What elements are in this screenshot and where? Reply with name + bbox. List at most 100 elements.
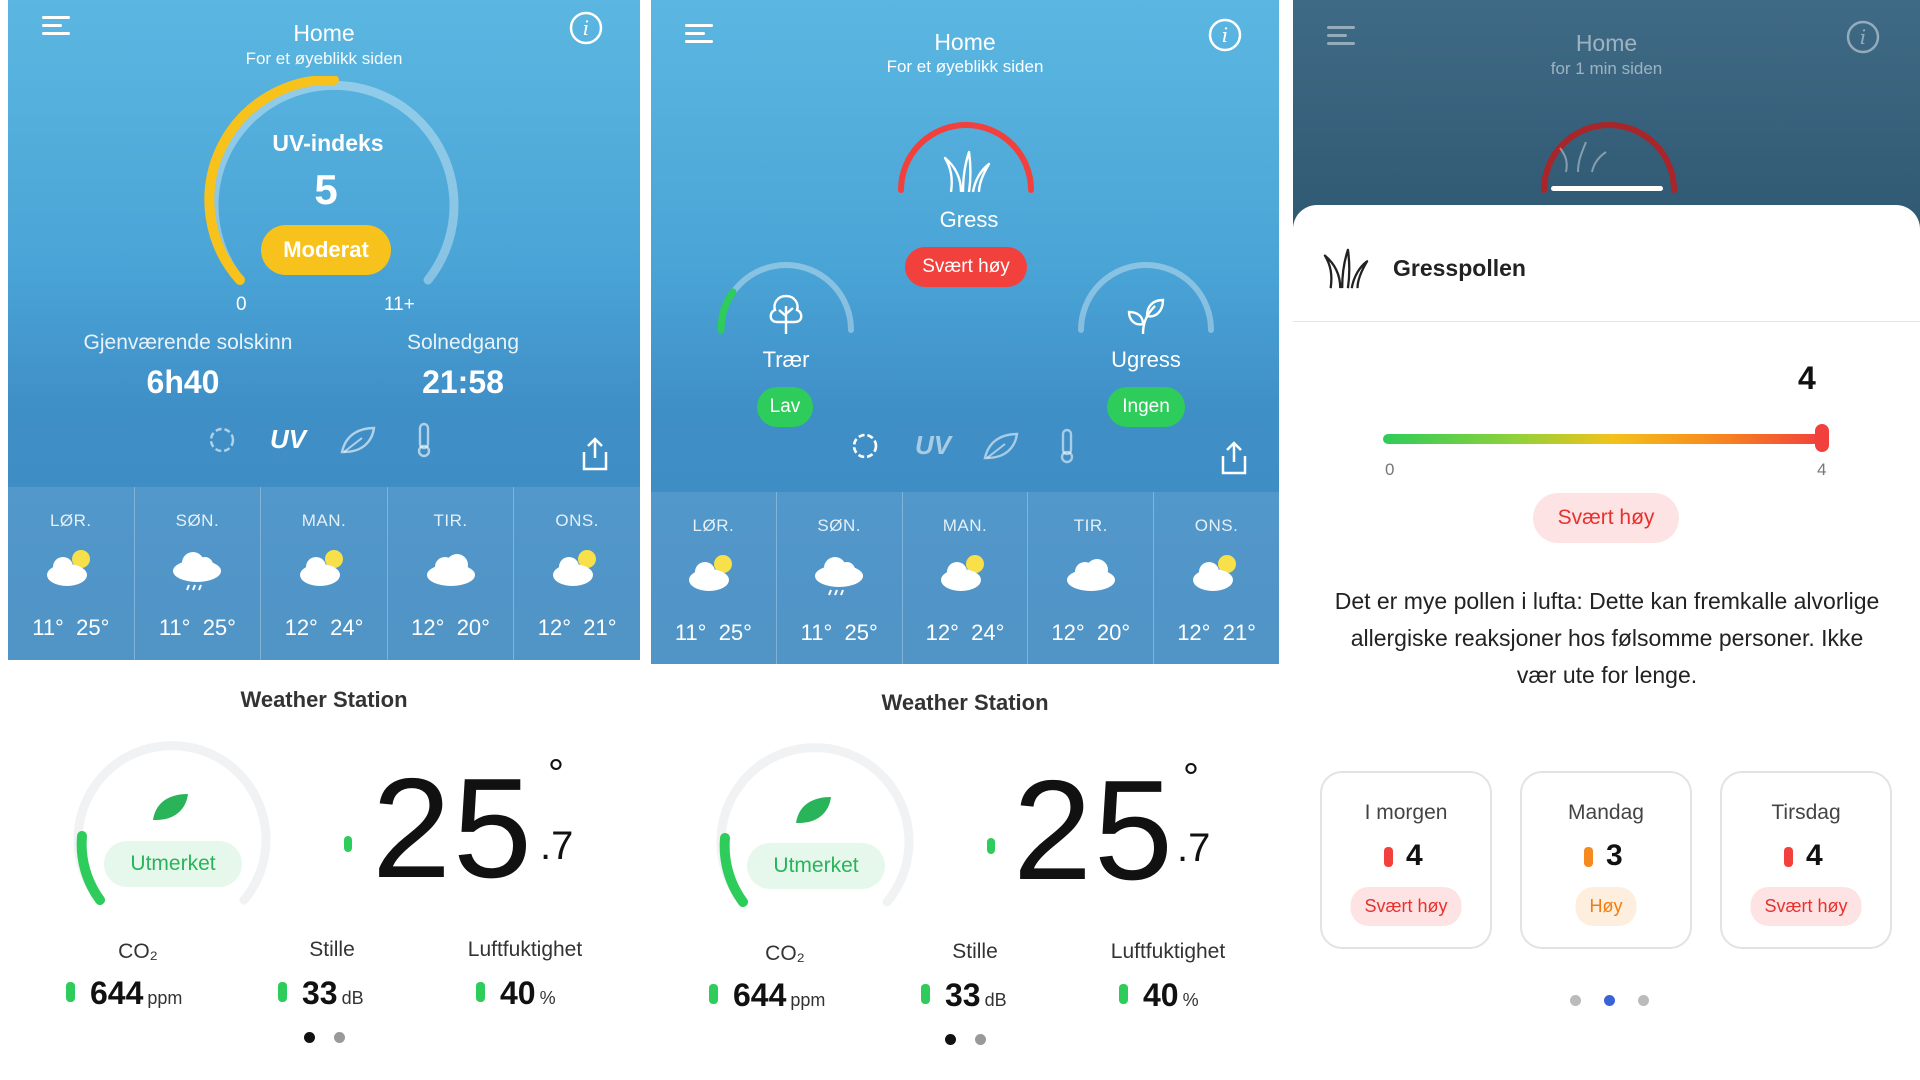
- forecast-row: LØR. 11° 25° SØN. 11° 25° MAN. 12° 24° TIR.…: [651, 492, 1279, 664]
- page-indicator: [304, 1032, 364, 1044]
- trees-level-badge: Lav: [757, 387, 813, 427]
- page-dot-active[interactable]: [304, 1032, 315, 1043]
- temperature-tab[interactable]: [414, 422, 434, 463]
- forecast-day[interactable]: TIR. 12° 20°: [1028, 492, 1155, 664]
- forecast-day[interactable]: LØR. 11° 25°: [8, 487, 135, 660]
- page-dot[interactable]: [334, 1032, 345, 1043]
- forecast-card-indicator: [1384, 847, 1393, 867]
- detail-sheet: Gresspollen 4 0 4 Svært høy Det er mye p…: [1293, 205, 1920, 1080]
- grass-gauge-dimmed: [1541, 122, 1677, 193]
- pollen-screen: i Home For et øyeblikk siden Gress Svært…: [651, 0, 1279, 1080]
- forecast-day[interactable]: ONS. 12° 21°: [1154, 492, 1279, 664]
- pollen-tab[interactable]: [847, 428, 883, 469]
- co2-value: 644 ppm: [733, 977, 826, 1013]
- forecast-day[interactable]: ONS. 12° 21°: [514, 487, 640, 660]
- sheet-handle[interactable]: [1551, 186, 1663, 191]
- partly-sunny-icon: [937, 552, 993, 599]
- screenshot-collage: i Home For et øyeblikk siden UV-indeks 5…: [0, 0, 1920, 1080]
- forecast-day-name: ONS.: [555, 511, 599, 530]
- forecast-card-value: 4: [1406, 839, 1423, 872]
- forecast-day-name: SØN.: [817, 516, 861, 535]
- temp-status-indicator: [344, 836, 352, 852]
- uv-min-label: 0: [236, 294, 247, 315]
- pollen-scale-value: 4: [1798, 360, 1816, 396]
- uv-tab[interactable]: UV: [270, 424, 306, 455]
- page-dot[interactable]: [1638, 995, 1649, 1006]
- temperature-value: 25: [1013, 751, 1175, 910]
- page-dot-active[interactable]: [945, 1034, 956, 1045]
- forecast-card-value: 4: [1806, 839, 1823, 872]
- pollen-scale-bar: [1383, 434, 1823, 444]
- sunshine-label: Gjenværende solskinn: [83, 331, 293, 354]
- forecast-day[interactable]: SØN. 11° 25°: [135, 487, 262, 660]
- temperature-tab[interactable]: [1057, 428, 1077, 469]
- forecast-day[interactable]: SØN. 11° 25°: [777, 492, 903, 664]
- forecast-day[interactable]: MAN. 12° 24°: [903, 492, 1029, 664]
- grass-level-badge: Svært høy: [905, 247, 1027, 287]
- leaf-icon: [340, 426, 376, 454]
- pollen-flower-icon: [852, 433, 878, 459]
- page-dot-active[interactable]: [1604, 995, 1615, 1006]
- weeds-level-badge: Ingen: [1107, 387, 1185, 427]
- updated-subtitle: For et øyeblikk siden: [245, 49, 403, 68]
- forecast-temps: 11° 25°: [158, 615, 236, 640]
- temperature-degree: °: [548, 752, 564, 796]
- rain-cloud-icon: [169, 547, 225, 598]
- forecast-card[interactable]: Tirsdag 4 Svært høy: [1720, 771, 1892, 949]
- temp-status-indicator: [987, 838, 995, 854]
- forecast-temps: 12° 21°: [537, 615, 617, 640]
- cloud-icon: [1063, 552, 1119, 599]
- forecast-day[interactable]: MAN. 12° 24°: [261, 487, 388, 660]
- location-title: Home: [934, 29, 996, 55]
- forecast-temps: 12° 20°: [1051, 620, 1131, 645]
- forecast-day-name: MAN.: [942, 516, 988, 535]
- noise-indicator: [278, 982, 287, 1002]
- forecast-card[interactable]: I morgen 4 Svært høy: [1320, 771, 1492, 949]
- uv-screen: i Home For et øyeblikk siden UV-indeks 5…: [8, 0, 640, 1080]
- air-tab[interactable]: [338, 422, 378, 463]
- category-tabs: UV: [651, 428, 1279, 475]
- pollen-description: Det er mye pollen i lufta: Dette kan fre…: [1334, 588, 1880, 688]
- tree-icon: [765, 292, 807, 341]
- share-button[interactable]: [580, 436, 610, 477]
- forecast-temps: 12° 21°: [1177, 620, 1256, 645]
- uv-tab[interactable]: UV: [915, 430, 951, 461]
- forecast-card[interactable]: Mandag 3 Høy: [1520, 771, 1692, 949]
- forecast-day-name: MAN.: [301, 511, 347, 530]
- humidity-label: Luftfuktighet: [1110, 940, 1226, 963]
- forecast-card-indicator: [1584, 847, 1593, 867]
- uv-label: UV-indeks: [272, 130, 384, 156]
- air-tab[interactable]: [981, 428, 1021, 469]
- humidity-indicator: [476, 982, 485, 1002]
- sheet-divider: [1293, 321, 1920, 322]
- forecast-day-name: ONS.: [1194, 516, 1239, 535]
- share-button[interactable]: [1219, 440, 1249, 481]
- temperature-decimal: .7: [1177, 826, 1211, 870]
- sunset-value: 21:58: [422, 364, 504, 400]
- thermometer-icon: [417, 422, 431, 458]
- leaf-icon: [983, 432, 1019, 460]
- forecast-card-day: Tirsdag: [1771, 801, 1841, 824]
- uv-icon: UV: [270, 424, 307, 454]
- share-icon: [1221, 441, 1247, 475]
- leaf-icon: [150, 790, 190, 829]
- partly-sunny-icon: [1189, 552, 1245, 599]
- forecast-temps: 12° 24°: [925, 620, 1005, 645]
- forecast-day[interactable]: LØR. 11° 25°: [651, 492, 777, 664]
- pollen-scale-marker: [1815, 424, 1829, 452]
- thermometer-icon: [1060, 428, 1074, 464]
- grass-label: Gress: [939, 207, 999, 232]
- pollen-scale-max: 4: [1817, 460, 1827, 479]
- pollen-level-badge: Svært høy: [1533, 493, 1679, 543]
- forecast-day[interactable]: TIR. 12° 20°: [388, 487, 515, 660]
- humidity-label: Luftfuktighet: [467, 938, 583, 961]
- pollen-scale-min: 0: [1385, 460, 1395, 479]
- page-dot[interactable]: [975, 1034, 986, 1045]
- forecast-temps: 11° 25°: [32, 615, 110, 640]
- page-dot[interactable]: [1570, 995, 1581, 1006]
- air-quality-badge: Utmerket: [104, 841, 242, 887]
- updated-subtitle: For et øyeblikk siden: [886, 57, 1044, 76]
- pollen-tab[interactable]: [204, 422, 240, 463]
- temperature-degree: °: [1183, 756, 1199, 800]
- forecast-day-name: TIR.: [1073, 516, 1108, 535]
